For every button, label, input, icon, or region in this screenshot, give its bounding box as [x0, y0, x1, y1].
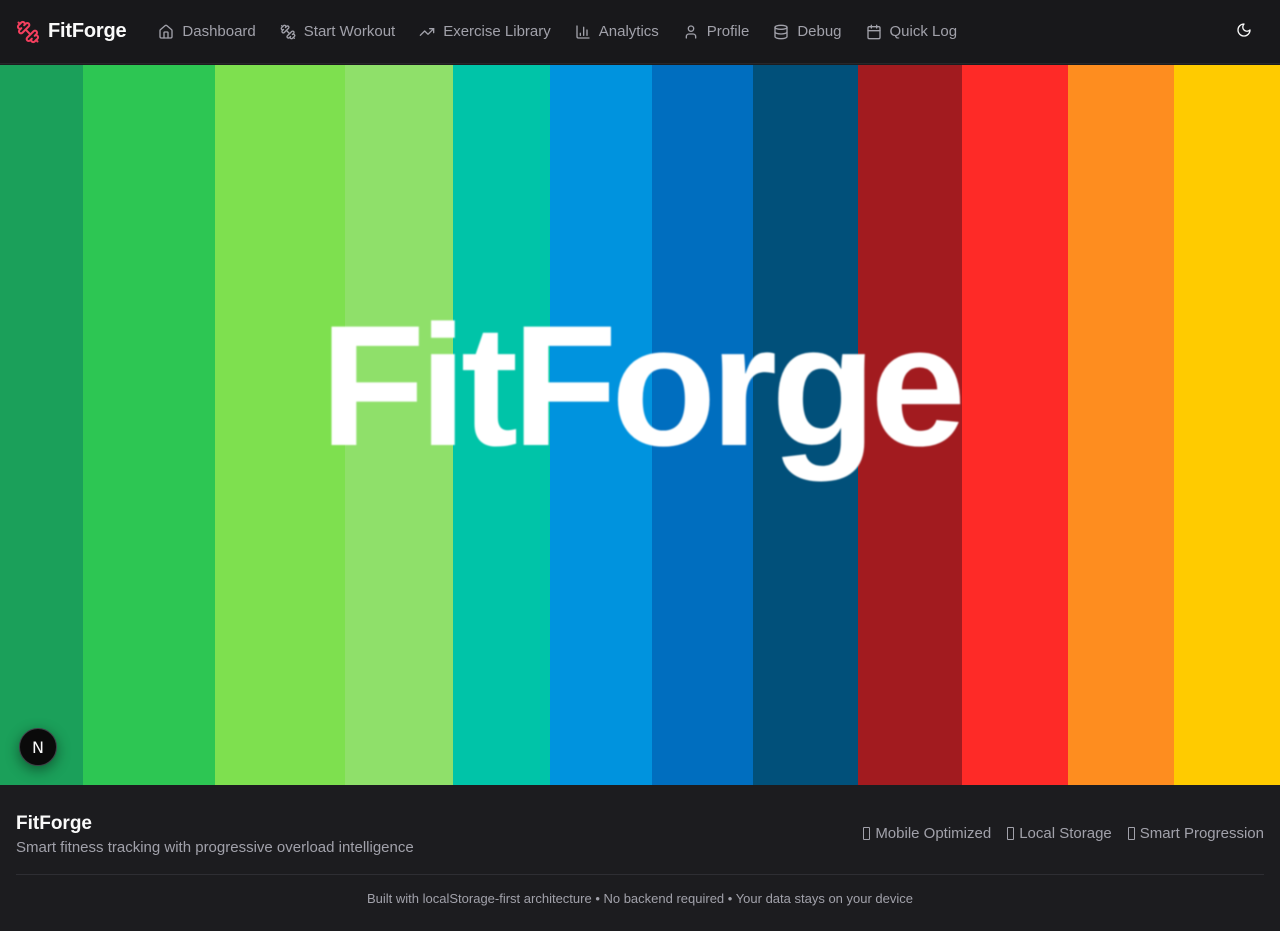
calendar-icon — [866, 24, 890, 40]
feature-item: Smart Progression — [1127, 825, 1264, 842]
user-icon — [683, 24, 707, 40]
hero-stripe — [652, 65, 753, 785]
hero-stripe — [215, 65, 345, 785]
top-nav-bar: FitForge Dashboard Start Workout Exercis… — [0, 0, 1280, 64]
feature-list: Mobile Optimized Local Storage Smart Pro… — [863, 825, 1264, 842]
hero-stripe — [0, 65, 83, 785]
feature-label: Smart Progression — [1139, 825, 1264, 842]
nav-item-label: Profile — [706, 23, 750, 40]
nav-item-quick-log[interactable]: Quick Log — [854, 14, 970, 50]
nav-item-profile[interactable]: Profile — [671, 14, 762, 50]
bar-chart-icon — [575, 24, 599, 40]
nextjs-dev-badge[interactable]: N — [19, 728, 57, 766]
main-nav: Dashboard Start Workout Exercise Library… — [146, 14, 969, 50]
nav-item-label: Dashboard — [182, 23, 256, 40]
feature-label: Local Storage — [1019, 825, 1112, 842]
hero-stripe — [1068, 65, 1174, 785]
theme-toggle-button[interactable] — [1232, 20, 1256, 44]
nav-item-start-workout[interactable]: Start Workout — [268, 14, 407, 50]
feature-item: Local Storage — [1007, 825, 1112, 842]
hero-banner: FitForge N — [0, 65, 1280, 785]
nav-item-label: Exercise Library — [443, 23, 551, 40]
nav-item-dashboard[interactable]: Dashboard — [146, 14, 267, 50]
footer: FitForge Smart fitness tracking with pro… — [0, 785, 1280, 931]
feature-label: Mobile Optimized — [875, 825, 992, 842]
footer-tagline: Smart fitness tracking with progressive … — [16, 839, 414, 856]
hero-stripe — [345, 65, 453, 785]
brand-name: FitForge — [48, 20, 127, 42]
trending-up-icon — [419, 24, 443, 40]
home-icon — [158, 24, 182, 40]
nav-item-label: Quick Log — [889, 23, 958, 40]
dumbbell-icon — [280, 24, 304, 40]
hero-stripe — [83, 65, 215, 785]
nav-item-label: Debug — [797, 23, 842, 40]
footer-title: FitForge — [16, 813, 92, 834]
feature-item: Mobile Optimized — [863, 825, 991, 842]
nav-item-analytics[interactable]: Analytics — [563, 14, 671, 50]
hero-stripe — [962, 65, 1068, 785]
database-icon — [773, 24, 797, 40]
hero-stripe — [858, 65, 962, 785]
missing-glyph-icon — [863, 827, 871, 840]
hero-stripe — [453, 65, 550, 785]
brand[interactable]: FitForge — [16, 0, 127, 64]
footer-divider — [16, 874, 1264, 875]
nav-item-label: Analytics — [598, 23, 659, 40]
moon-icon — [1236, 22, 1252, 43]
hero-stripe — [1174, 65, 1280, 785]
nav-item-debug[interactable]: Debug — [761, 14, 853, 50]
dumbbell-icon — [16, 20, 40, 44]
nav-item-label: Start Workout — [303, 23, 396, 40]
hero-stripe — [550, 65, 652, 785]
nextjs-icon: N — [32, 737, 44, 757]
missing-glyph-icon — [1007, 827, 1015, 840]
nav-item-exercise-library[interactable]: Exercise Library — [407, 14, 563, 50]
footer-note: Built with localStorage-first architectu… — [367, 891, 913, 906]
missing-glyph-icon — [1127, 827, 1135, 840]
hero-stripe — [753, 65, 858, 785]
